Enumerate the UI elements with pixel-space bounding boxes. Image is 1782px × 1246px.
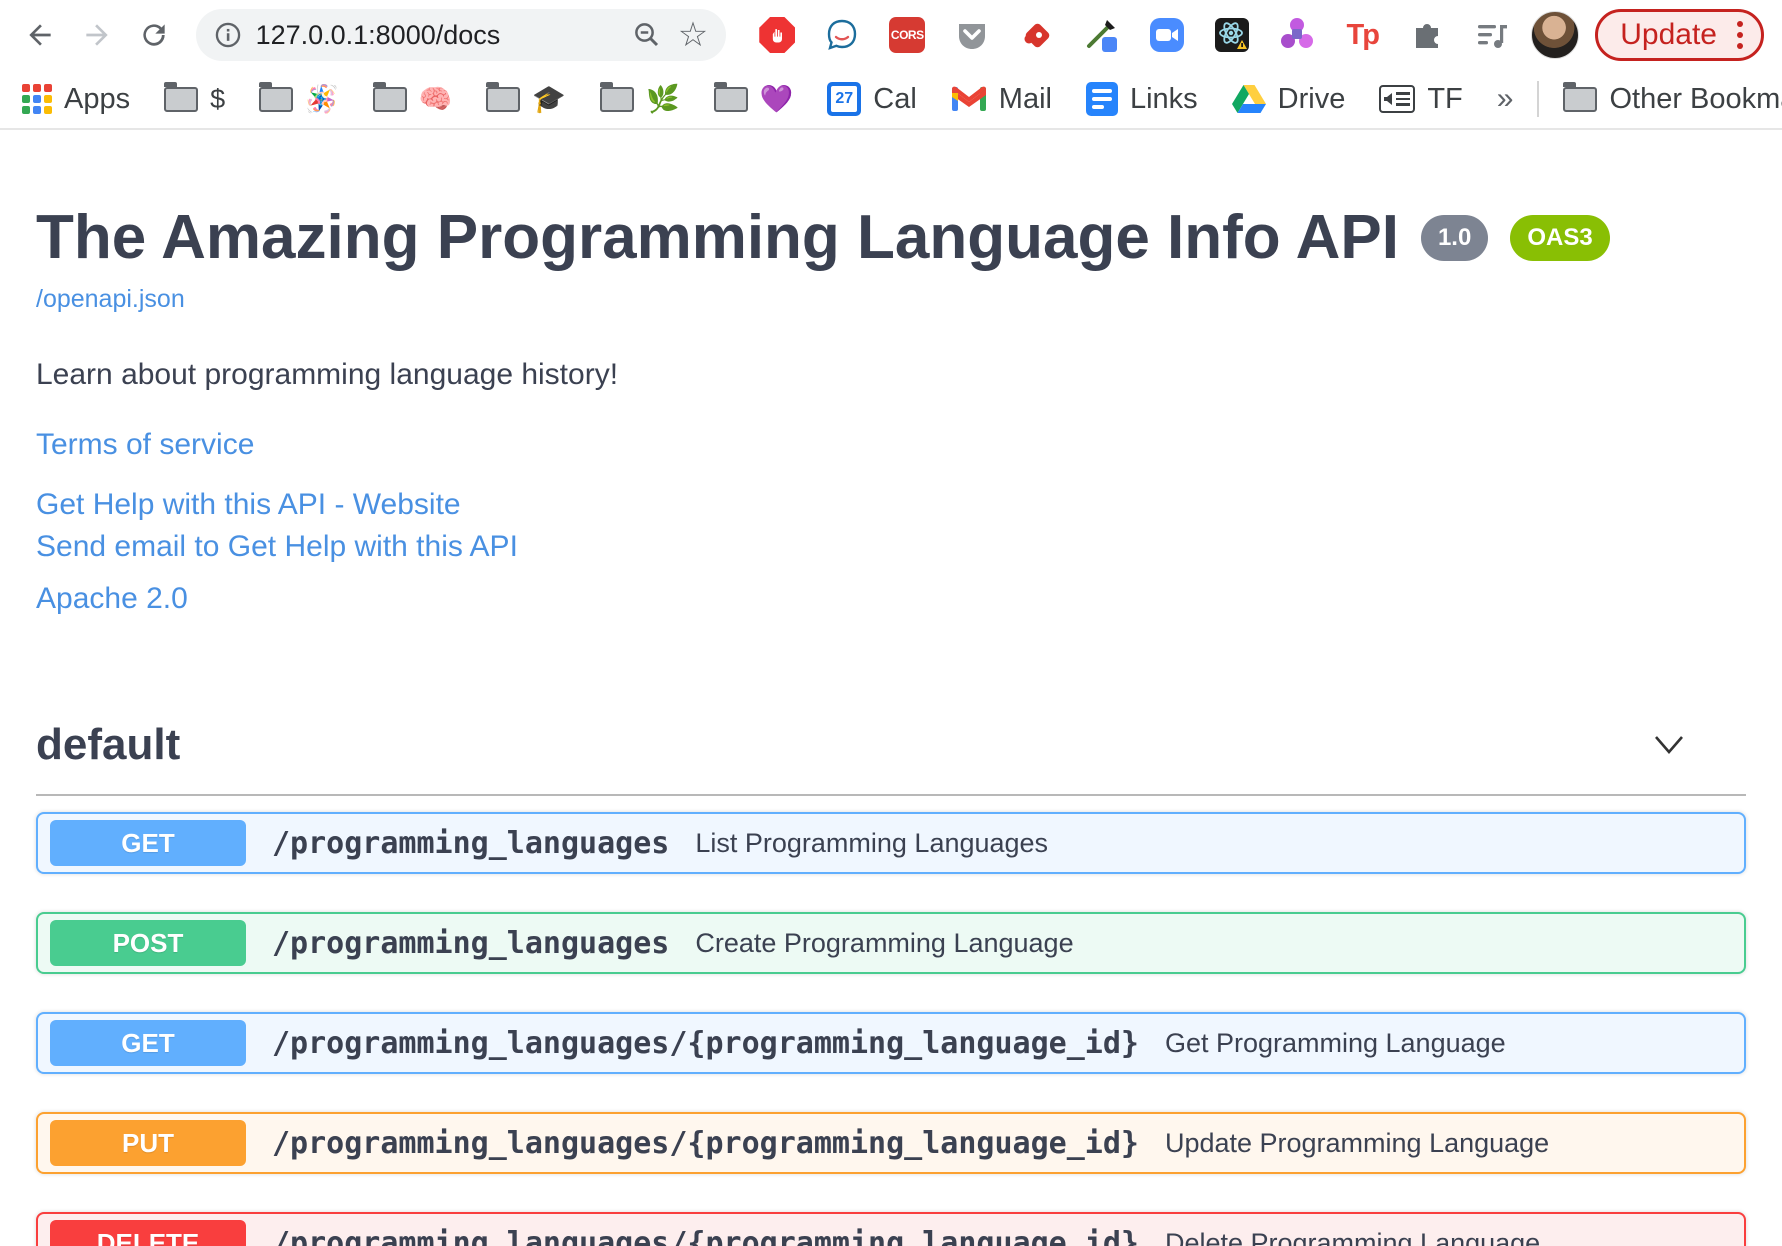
method-badge: DELETE	[50, 1220, 246, 1246]
endpoint-row-put-update[interactable]: PUT /programming_languages/{programming_…	[36, 1112, 1746, 1174]
drive-icon	[1231, 85, 1266, 113]
address-bar[interactable]: 127.0.0.1:8000/docs ☆	[195, 9, 727, 61]
endpoint-path: /programming_languages/{programming_lang…	[272, 1025, 1139, 1061]
chevron-down-icon[interactable]	[1654, 735, 1684, 755]
bookmark-folder-herb[interactable]: 🌿	[600, 81, 680, 115]
bookmark-folder-brain[interactable]: 🧠	[372, 81, 452, 115]
terms-of-service-link[interactable]: Terms of service	[36, 428, 1746, 462]
card-list-icon	[1379, 85, 1416, 113]
folder-icon	[713, 81, 748, 112]
section-header-default[interactable]: default	[36, 720, 1746, 770]
bookmark-folder-purple-heart[interactable]: 💜	[713, 81, 793, 115]
zoom-camera-extension-icon[interactable]	[1148, 16, 1186, 54]
endpoint-summary: Create Programming Language	[695, 927, 1074, 958]
license-link[interactable]: Apache 2.0	[36, 582, 1746, 616]
calendar-icon: 27	[827, 82, 862, 116]
hand-blocker-extension-icon[interactable]	[758, 16, 796, 54]
info-circle-icon[interactable]	[214, 21, 242, 49]
api-description: Learn about programming language history…	[36, 358, 619, 391]
method-badge: GET	[50, 1020, 246, 1066]
bookmark-calendar[interactable]: 27 Cal	[827, 82, 917, 116]
help-email-link[interactable]: Send email to Get Help with this API	[36, 530, 1746, 564]
purple-recycle-extension-icon[interactable]	[1278, 16, 1316, 54]
bookmark-folder-grad-cap[interactable]: 🎓	[486, 81, 566, 115]
apps-grid-icon	[22, 84, 52, 114]
section-title: default	[36, 720, 181, 769]
red-diamond-extension-icon[interactable]	[1018, 16, 1056, 54]
oas3-badge: OAS3	[1510, 214, 1610, 261]
gmail-icon	[951, 86, 986, 111]
endpoint-summary: Delete Programming Language	[1164, 1227, 1541, 1246]
method-badge: GET	[50, 820, 246, 866]
folder-icon	[1563, 81, 1598, 112]
reload-icon[interactable]	[132, 13, 175, 57]
extensions-strip: CORS Tp	[758, 16, 1511, 54]
bookmarks-overflow-chevron[interactable]: »	[1497, 82, 1514, 116]
update-button[interactable]: Update	[1595, 9, 1764, 61]
endpoint-path: /programming_languages/{programming_lang…	[272, 1225, 1139, 1246]
section-divider	[36, 794, 1746, 796]
help-website-link[interactable]: Get Help with this API - Website	[36, 488, 1746, 522]
method-badge: PUT	[50, 1120, 246, 1166]
other-bookmarks[interactable]: Other Bookmarks	[1563, 81, 1782, 116]
color-picker-extension-icon[interactable]	[1083, 16, 1121, 54]
back-arrow-icon[interactable]	[18, 13, 61, 57]
url-text: 127.0.0.1:8000/docs	[255, 19, 501, 50]
bookmark-folder-pinata[interactable]: 🪅	[259, 81, 339, 115]
star-icon[interactable]: ☆	[678, 18, 708, 52]
pocket-extension-icon[interactable]	[953, 16, 991, 54]
endpoint-row-delete[interactable]: DELETE /programming_languages/{programmi…	[36, 1212, 1746, 1246]
endpoint-path: /programming_languages	[272, 825, 670, 861]
bookmark-drive[interactable]: Drive	[1231, 83, 1345, 116]
method-badge: POST	[50, 920, 246, 966]
bookmark-mail[interactable]: Mail	[951, 83, 1052, 116]
tp-extension-icon[interactable]: Tp	[1343, 16, 1381, 54]
endpoint-row-get-list[interactable]: GET /programming_languages List Programm…	[36, 812, 1746, 874]
endpoint-summary: Get Programming Language	[1164, 1027, 1506, 1058]
endpoint-summary: List Programming Languages	[695, 827, 1049, 858]
bookmark-apps[interactable]: Apps	[22, 83, 130, 116]
kebab-menu-icon[interactable]	[1733, 17, 1747, 53]
browser-toolbar: 127.0.0.1:8000/docs ☆ CORS Tp Update	[0, 0, 1782, 70]
endpoint-summary: Update Programming Language	[1164, 1127, 1550, 1158]
bookmark-folder-dollar[interactable]: $	[164, 81, 225, 115]
bookmarks-divider	[1537, 81, 1540, 117]
bookmark-links[interactable]: Links	[1085, 82, 1198, 116]
endpoint-row-get-one[interactable]: GET /programming_languages/{programming_…	[36, 1012, 1746, 1074]
bookmark-tf[interactable]: TF	[1379, 83, 1463, 116]
endpoint-path: /programming_languages	[272, 925, 670, 961]
forward-arrow-icon[interactable]	[75, 13, 118, 57]
cors-extension-icon[interactable]: CORS	[888, 16, 926, 54]
swagger-page: The Amazing Programming Language Info AP…	[0, 202, 1782, 1246]
chat-bubble-extension-icon[interactable]	[823, 16, 861, 54]
react-devtools-extension-icon[interactable]	[1213, 16, 1251, 54]
folder-icon	[600, 81, 635, 112]
folder-icon	[259, 81, 294, 112]
folder-icon	[372, 81, 407, 112]
media-playlist-icon[interactable]	[1473, 16, 1511, 54]
bookmarks-bar: Apps $ 🪅 🧠 🎓 🌿 💜 27 Cal Mail Links Drive…	[0, 70, 1782, 130]
avatar[interactable]	[1531, 11, 1580, 59]
folder-icon	[486, 81, 521, 112]
puzzle-extensions-icon[interactable]	[1408, 16, 1446, 54]
page-title: The Amazing Programming Language Info AP…	[36, 203, 1399, 272]
endpoint-path: /programming_languages/{programming_lang…	[272, 1125, 1139, 1161]
openapi-json-link[interactable]: /openapi.json	[36, 285, 185, 314]
folder-icon	[164, 81, 199, 112]
endpoint-row-post-create[interactable]: POST /programming_languages Create Progr…	[36, 912, 1746, 974]
zoom-out-icon[interactable]	[632, 20, 662, 50]
version-badge: 1.0	[1420, 214, 1489, 261]
docs-icon	[1085, 82, 1118, 116]
